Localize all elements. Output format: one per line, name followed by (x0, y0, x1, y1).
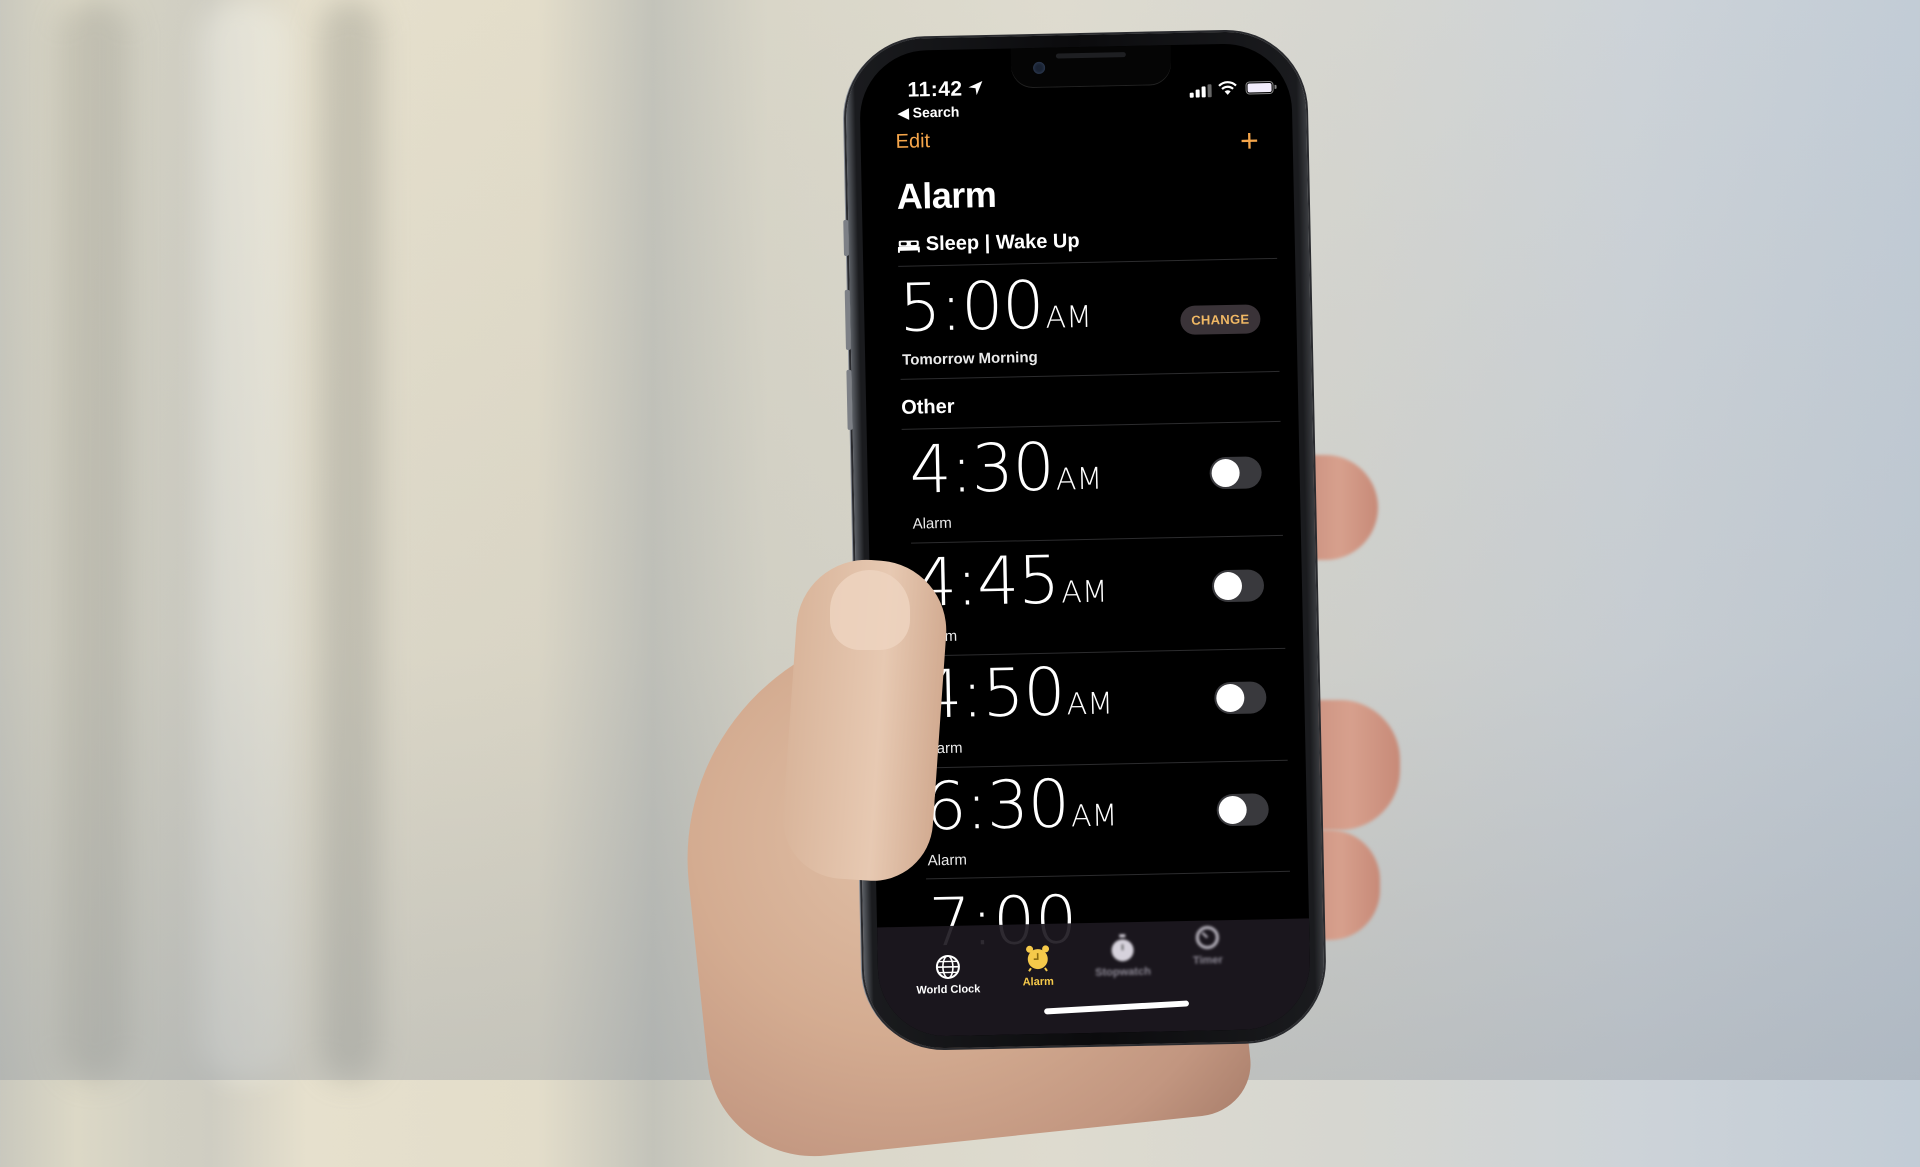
alarm-toggle[interactable] (1216, 793, 1269, 826)
sleep-section-header: Sleep | Wake Up (898, 230, 1080, 257)
background-curtain-fold (320, 0, 380, 1080)
page-title: Alarm (896, 174, 996, 218)
toggle-knob (1218, 796, 1247, 825)
alarm-time: 4:50AM (919, 656, 1113, 743)
alarm-period: AM (1056, 462, 1103, 498)
home-indicator[interactable] (1044, 1000, 1189, 1014)
tab-label: Timer (1193, 954, 1223, 967)
sleep-section-title: Sleep | Wake Up (926, 230, 1080, 256)
volume-up-button (845, 290, 851, 350)
earpiece (1056, 52, 1126, 58)
alarm-period: AM (1071, 798, 1118, 834)
alarm-time: 5:00AM (898, 270, 1092, 357)
cellular-signal-icon (1189, 84, 1211, 97)
tab-timer[interactable]: Timer (1162, 924, 1253, 968)
alarm-period: AM (1061, 575, 1108, 611)
divider (898, 258, 1277, 267)
alarm-label: Alarm (928, 852, 968, 870)
alarm-row[interactable]: 6:30AM Alarm (924, 765, 1290, 883)
volume-down-button (846, 370, 852, 430)
thumbnail (830, 570, 910, 650)
front-camera (1033, 62, 1045, 74)
alarm-time-value: 6:30 (924, 765, 1070, 845)
toggle-knob (1216, 684, 1245, 713)
alarm-period: AM (1045, 300, 1092, 336)
alarm-time: 6:30AM (924, 768, 1118, 855)
timer-icon (1194, 924, 1221, 951)
edit-button[interactable]: Edit (895, 130, 930, 154)
tab-label: Stopwatch (1095, 966, 1151, 979)
tab-label: World Clock (916, 983, 980, 996)
change-sleep-schedule-button[interactable]: CHANGE (1180, 304, 1261, 335)
sleep-alarm-row[interactable]: 5:00AM Tomorrow Morning CHANGE (898, 266, 1279, 384)
other-section-header: Other (901, 396, 955, 420)
status-bar: 11:42 ◀ Search (859, 71, 1292, 120)
alarm-row[interactable]: 4:30AM Alarm (909, 428, 1283, 546)
battery-icon (1245, 81, 1273, 95)
status-time: 11:42 (907, 77, 963, 102)
phone-screen: 11:42 ◀ Search Edit + Alarm (859, 43, 1312, 1038)
background-curtain-fold (60, 0, 130, 1080)
wifi-icon (1217, 80, 1237, 96)
tab-stopwatch[interactable]: Stopwatch (1077, 933, 1168, 979)
tab-label: Alarm (1023, 976, 1054, 989)
other-section-title: Other (901, 396, 955, 420)
alarm-toggle[interactable] (1212, 569, 1265, 602)
alarm-time-value: 4:30 (909, 429, 1055, 509)
alarm-label: Tomorrow Morning (902, 349, 1038, 369)
alarm-time: 4:30AM (909, 432, 1103, 519)
alarm-toggle[interactable] (1209, 456, 1262, 489)
toggle-knob (1211, 459, 1240, 488)
back-to-search-link[interactable]: ◀ Search (898, 104, 960, 122)
globe-icon (935, 954, 962, 981)
alarm-row[interactable]: 4:45AM Alarm (914, 541, 1285, 659)
bed-icon (898, 238, 920, 252)
back-label: Search (912, 104, 959, 121)
stopwatch-icon (1109, 934, 1136, 963)
toggle-knob (1214, 572, 1243, 601)
alarm-time-value: 5:00 (898, 267, 1044, 347)
alarm-clock-icon (1024, 944, 1051, 973)
action-button (843, 220, 849, 256)
location-arrow-icon (967, 80, 983, 96)
phone: 11:42 ◀ Search Edit + Alarm (844, 30, 1325, 1049)
add-alarm-button[interactable]: + (1240, 125, 1259, 155)
tab-world-clock[interactable]: World Clock (903, 953, 994, 997)
tab-bar: World Clock Alarm Stopwatch (877, 918, 1311, 1037)
alarm-period: AM (1066, 686, 1113, 722)
tab-alarm[interactable]: Alarm (992, 943, 1083, 989)
alarm-toggle[interactable] (1214, 681, 1267, 714)
alarm-row[interactable]: 4:50AM Alarm (919, 653, 1287, 771)
background-curtain-fold (200, 0, 290, 1080)
alarm-label: Alarm (912, 515, 952, 533)
